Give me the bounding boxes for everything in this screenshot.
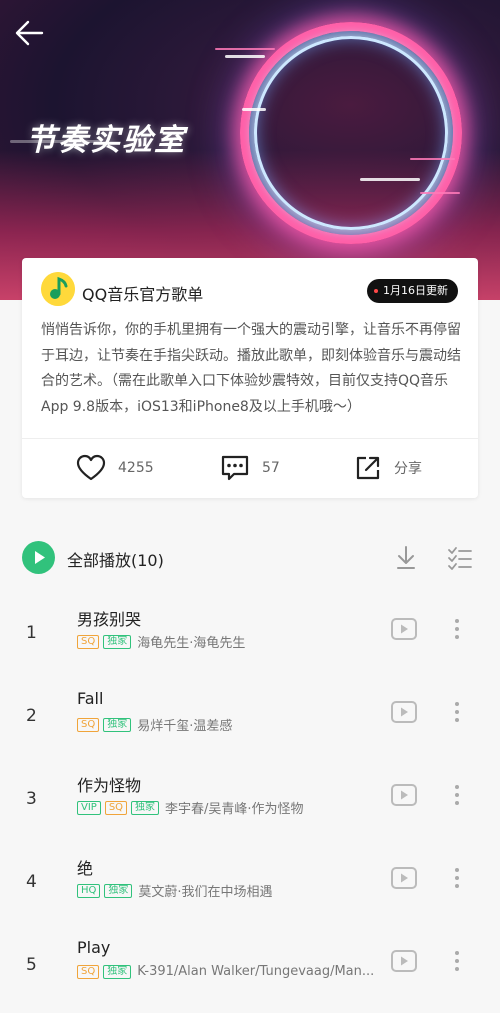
light-streak	[225, 55, 265, 58]
quality-tag: SQ	[104, 800, 128, 815]
song-title: 绝	[77, 859, 94, 878]
mv-button[interactable]	[390, 949, 418, 973]
quality-tag: SQ	[77, 634, 100, 649]
creator-avatar[interactable]	[41, 272, 75, 306]
video-play-icon	[391, 950, 417, 972]
song-number: 3	[26, 789, 37, 809]
song-row[interactable]: 3 作为怪物 VIP SQ 独家 李宇春/吴青峰·作为怪物	[0, 763, 500, 846]
download-icon	[397, 546, 415, 569]
comment-button[interactable]: 57	[220, 453, 280, 483]
play-icon	[35, 551, 45, 564]
quality-tag: 独家	[103, 717, 132, 732]
more-vertical-icon	[455, 619, 459, 639]
song-row[interactable]: 4 绝 HQ 独家 莫文蔚·我们在中场相遇	[0, 846, 500, 929]
song-number: 4	[26, 872, 37, 892]
comment-icon	[221, 455, 249, 481]
creator-name[interactable]: QQ音乐官方歌单	[82, 281, 203, 305]
song-artist: 李宇春/吴青峰·作为怪物	[165, 802, 304, 817]
video-play-icon	[391, 867, 417, 889]
song-meta: HQ 独家 莫文蔚·我们在中场相遇	[77, 881, 273, 900]
share-icon	[356, 456, 380, 480]
quality-tag: SQ	[77, 717, 100, 732]
update-badge-text: 1月16日更新	[383, 284, 448, 297]
more-button[interactable]	[450, 947, 464, 975]
more-vertical-icon	[455, 702, 459, 722]
song-artist: 莫文蔚·我们在中场相遇	[138, 885, 273, 900]
multi-select-button[interactable]	[446, 544, 474, 572]
light-streak	[360, 178, 420, 181]
mv-button[interactable]	[390, 783, 418, 807]
video-play-icon	[391, 784, 417, 806]
light-streak	[242, 108, 266, 111]
share-button[interactable]: 分享	[354, 453, 422, 483]
song-row[interactable]: 1 男孩别哭 SQ 独家 海龟先生·海龟先生	[0, 597, 500, 680]
song-meta: SQ 独家 易烊千玺·温差感	[77, 715, 232, 734]
song-meta: SQ 独家 K-391/Alan Walker/Tungevaag/Man...	[77, 964, 374, 979]
neon-ring-inner	[254, 36, 448, 230]
download-button[interactable]	[392, 544, 420, 572]
playlist-info-card: QQ音乐官方歌单 1月16日更新 悄悄告诉你，你的手机里拥有一个强大的震动引擎，…	[22, 258, 478, 498]
playlist-banner: 节奏实验室	[0, 0, 500, 300]
song-artist: 易烊千玺·温差感	[137, 719, 233, 734]
light-streak	[420, 192, 460, 194]
quality-tag: VIP	[77, 800, 101, 815]
quality-tag: 独家	[104, 883, 133, 898]
card-divider	[22, 438, 478, 439]
video-play-icon	[391, 701, 417, 723]
quality-tag: 独家	[131, 800, 160, 815]
song-number: 2	[26, 706, 37, 726]
quality-tag: SQ	[77, 964, 100, 979]
mv-button[interactable]	[390, 617, 418, 641]
update-dot	[374, 289, 378, 293]
more-vertical-icon	[455, 868, 459, 888]
banner-title: 节奏实验室	[26, 123, 186, 158]
more-button[interactable]	[450, 615, 464, 643]
video-play-icon	[391, 618, 417, 640]
checklist-icon	[448, 547, 472, 570]
mv-button[interactable]	[390, 866, 418, 890]
song-row[interactable]: 5 Play SQ 独家 K-391/Alan Walker/Tungevaag/Man…	[0, 929, 500, 1012]
update-badge: 1月16日更新	[367, 279, 458, 303]
back-button[interactable]	[12, 16, 52, 52]
song-title: 作为怪物	[77, 776, 142, 795]
light-streak	[410, 158, 455, 160]
song-title: 男孩别哭	[77, 610, 142, 629]
more-vertical-icon	[455, 785, 459, 805]
song-title: Play	[77, 938, 111, 957]
more-button[interactable]	[450, 864, 464, 892]
share-label: 分享	[394, 461, 422, 477]
qq-music-logo-icon	[41, 272, 75, 306]
more-button[interactable]	[450, 781, 464, 809]
song-title: Fall	[77, 689, 104, 708]
comment-count: 57	[262, 460, 280, 476]
song-artist: K-391/Alan Walker/Tungevaag/Man...	[137, 964, 375, 979]
heart-icon	[76, 454, 106, 481]
song-number: 1	[26, 623, 37, 643]
play-all-label[interactable]: 全部播放(10)	[67, 547, 164, 571]
song-number: 5	[26, 955, 37, 975]
mv-button[interactable]	[390, 700, 418, 724]
song-row[interactable]: 2 Fall SQ 独家 易烊千玺·温差感	[0, 680, 500, 763]
song-meta: VIP SQ 独家 李宇春/吴青峰·作为怪物	[77, 798, 304, 817]
quality-tag: HQ	[77, 883, 101, 898]
like-count: 4255	[118, 460, 154, 476]
quality-tag: 独家	[103, 634, 132, 649]
playlist-description[interactable]: 悄悄告诉你，你的手机里拥有一个强大的震动引擎，让音乐不再停留于耳边，让节奏在手指…	[41, 318, 461, 420]
more-button[interactable]	[450, 698, 464, 726]
song-meta: SQ 独家 海龟先生·海龟先生	[77, 632, 245, 651]
more-vertical-icon	[455, 951, 459, 971]
light-streak	[215, 48, 275, 50]
quality-tag: 独家	[103, 964, 132, 979]
like-button[interactable]: 4255	[76, 453, 154, 483]
play-all-button[interactable]	[22, 541, 55, 574]
song-artist: 海龟先生·海龟先生	[137, 636, 246, 651]
arrow-left-icon	[15, 20, 44, 46]
